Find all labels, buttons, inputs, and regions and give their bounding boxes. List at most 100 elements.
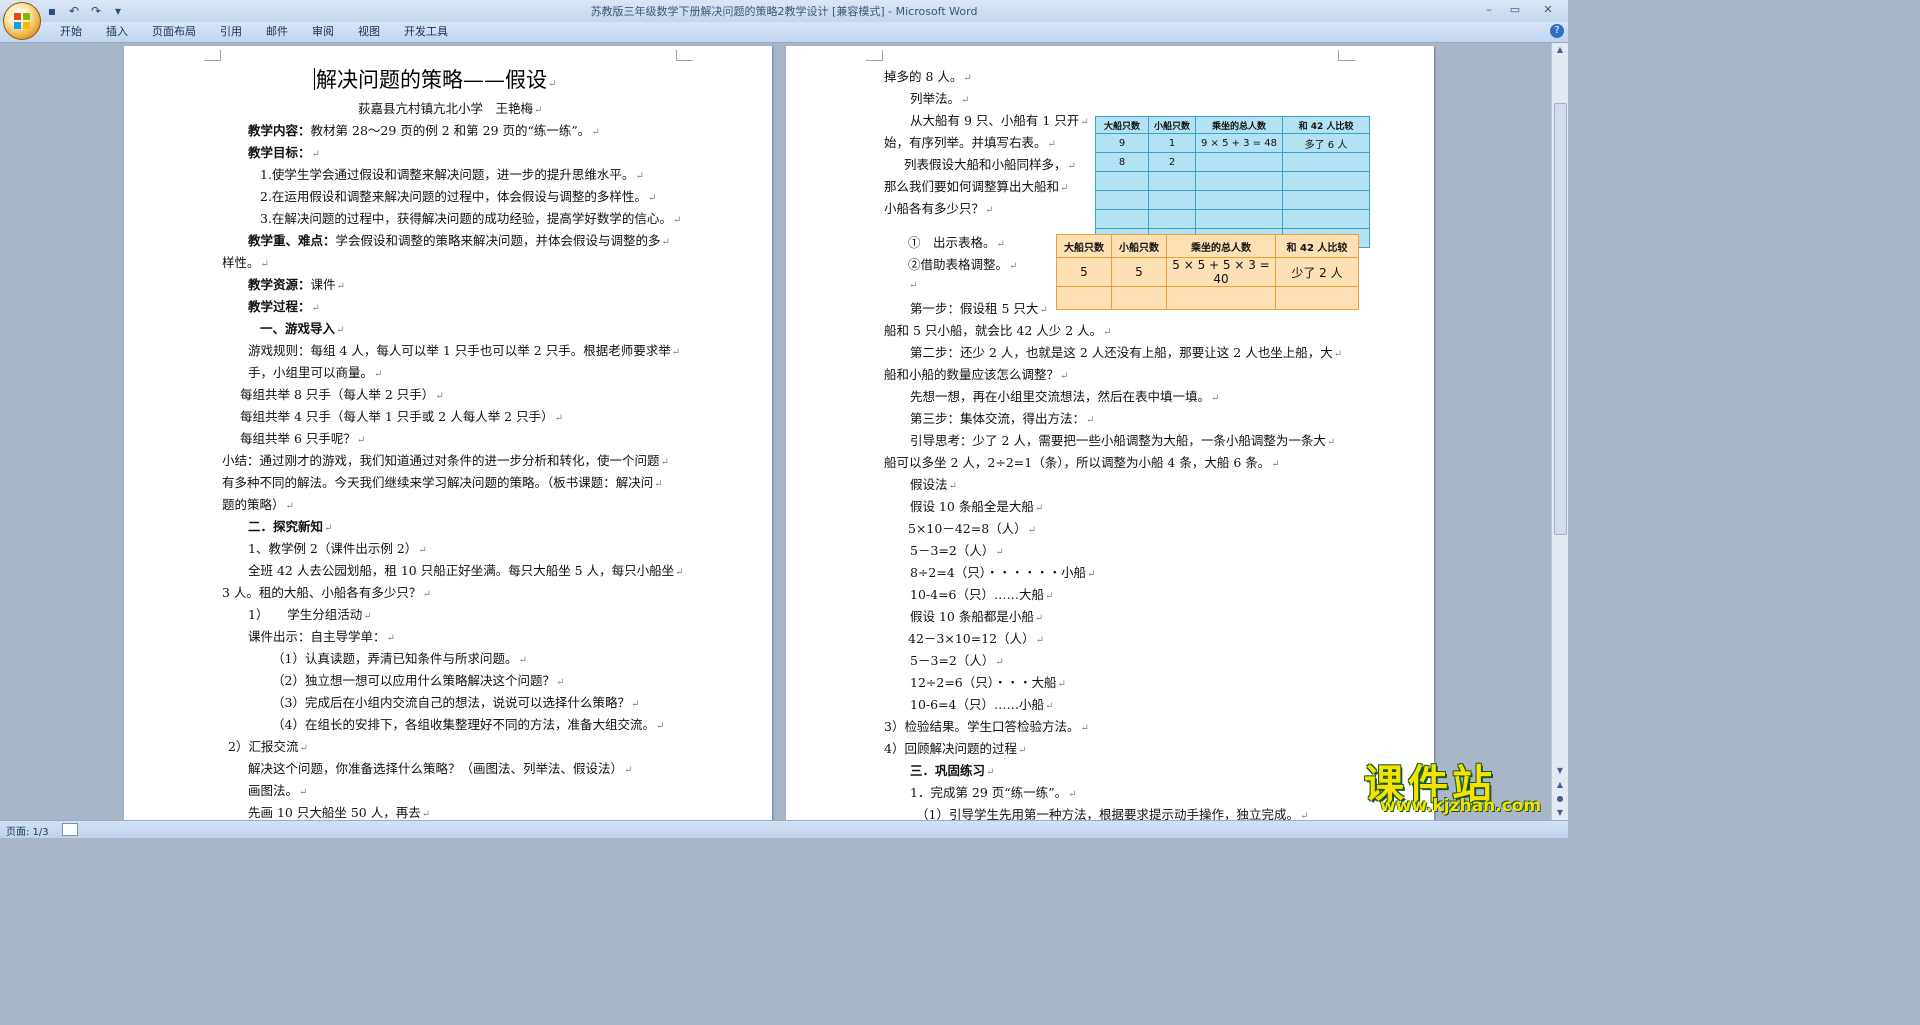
office-logo-icon	[14, 13, 30, 29]
text-line: 第二步：还少 2 人，也就是这 2 人还没有上船，那要让这 2 人也坐上船，大↵	[910, 342, 1342, 361]
text-line: 手，小组里可以商量。↵	[248, 362, 382, 381]
text-line: 5－3=2（人）↵	[910, 650, 1004, 669]
text-line: （4）在组长的安排下，各组收集整理好不同的方法，准备大组交流。↵	[272, 714, 664, 733]
text-line: 8÷2=4（只）・・・・・・小船↵	[910, 562, 1095, 581]
table-cell: 8	[1095, 152, 1149, 172]
paragraph-mark-icon: ↵	[1086, 415, 1095, 426]
paragraph-mark-icon: ↵	[675, 567, 684, 578]
page-indicator[interactable]: 页面: 1/3	[6, 823, 49, 838]
text-run: 有多种不同的解法。今天我们继续来学习解决问题的策略。（板书课题：解决问	[222, 475, 654, 490]
text-line: 课件出示：自主导学单：↵	[248, 626, 395, 645]
paragraph-mark-icon: ↵	[1035, 635, 1045, 646]
text-line: 先想一想，再在小组里交流想法，然后在表中填一填。↵	[910, 386, 1219, 405]
text-run: 每组共举 4 只手（每人举 1 只手或 2 人每人举 2 只手）	[240, 409, 554, 424]
text-run: 8÷2=4（只）・・・・・・小船	[910, 565, 1087, 580]
scroll-down-icon[interactable]: ▼	[1552, 764, 1568, 778]
text-line: 掉多的 8 人。↵	[884, 66, 972, 85]
paragraph-mark-icon: ↵	[386, 633, 395, 644]
text-run: 教材第 28～29 页的例 2 和第 29 页的“练一练”。	[310, 123, 591, 138]
table-cell	[1282, 152, 1370, 172]
text-line: 解决这个问题，你准备选择什么策略？（画图法、列举法、假设法）↵	[248, 758, 632, 777]
text-run: 引导思考：少了 2 人，需要把一些小船调整为大船，一条小船调整为一条大	[910, 433, 1326, 448]
text-line: 假设法↵	[910, 474, 957, 493]
paragraph-mark-icon: ↵	[260, 259, 269, 270]
document-page-2[interactable]: 大船只数 小船只数 乘坐的总人数和 42 人比较 9 1 9 × 5 + 3 = 48 多了…	[786, 46, 1434, 822]
text-run: （2）独立想一想可以应用什么策略解决这个问题？	[272, 673, 555, 688]
tab-review[interactable]: 审阅	[300, 25, 346, 41]
text-run: 课件	[310, 277, 336, 292]
table-cell	[1166, 286, 1276, 310]
table-cell: 大船只数	[1056, 234, 1112, 258]
office-button[interactable]	[3, 2, 41, 40]
paragraph-mark-icon: ↵	[655, 721, 665, 732]
text-run: 那么我们要如何调整算出大船和	[884, 179, 1060, 194]
close-icon[interactable]: ✕	[1528, 0, 1568, 18]
window-title: 苏教版三年级数学下册解决问题的策略2教学设计 [兼容模式] - Microsof…	[590, 5, 978, 18]
text-run: 5×10－42=8（人）	[908, 521, 1027, 536]
text-line: 二．探究新知↵	[248, 516, 332, 535]
paragraph-mark-icon: ↵	[1034, 503, 1044, 514]
vertical-scrollbar[interactable]: ▲ ▼ ▲ ● ▼	[1551, 43, 1568, 820]
paragraph-mark-icon: ↵	[336, 325, 345, 336]
text-line: 教学资源：课件↵	[248, 274, 345, 293]
table-row	[1095, 171, 1370, 191]
tab-references[interactable]: 引用	[208, 25, 254, 41]
prev-page-icon[interactable]: ▲	[1552, 778, 1568, 792]
adjust-table: 大船只数 小船只数 乘坐的总人数和 42 人比较 5 5 5 × 5 + 5 × 3 = …	[1056, 234, 1359, 310]
paragraph-mark-icon: ↵	[1027, 525, 1037, 536]
text-run: 样性。	[222, 255, 260, 270]
paragraph-mark-icon: ↵	[1080, 723, 1089, 734]
document-page-1[interactable]: 解决问题的策略——假设↵ 荻嘉县亢村镇亢北小学 王艳梅↵ 教学内容：教材第 28…	[124, 46, 772, 820]
text-run: 小船各有多少只？	[884, 201, 985, 216]
text-run: 船和小船的数量应该怎么调整？	[884, 367, 1060, 382]
text-line: 引导思考：少了 2 人，需要把一些小船调整为大船，一条小船调整为一条大↵	[910, 430, 1335, 449]
paragraph-mark-icon: ↵	[1271, 459, 1280, 470]
text-line: 列举法。↵	[910, 88, 969, 107]
paragraph-mark-icon: ↵	[909, 280, 918, 291]
text-run: （3）完成后在小组内交流自己的想法，说说可以选择什么策略？	[272, 695, 630, 710]
tab-mailings[interactable]: 邮件	[254, 25, 300, 41]
text-run: 画图法。	[248, 783, 299, 798]
text-line: 1） 学生分组活动↵	[248, 604, 372, 623]
table-cell: 和 42 人比较	[1275, 234, 1359, 258]
tab-developer[interactable]: 开发工具	[392, 25, 460, 41]
next-page-icon[interactable]: ▼	[1552, 806, 1568, 820]
text-run: 手，小组里可以商量。	[248, 365, 374, 380]
help-icon[interactable]: ?	[1550, 24, 1564, 38]
paragraph-mark-icon: ↵	[311, 149, 320, 160]
bold-run: 一、游戏导入	[260, 321, 336, 336]
table-cell: 2	[1148, 152, 1196, 172]
text-run: 3）检验结果。学生口答检验方法。	[884, 719, 1080, 734]
browse-object-icon[interactable]: ●	[1552, 792, 1568, 806]
document-title: 解决问题的策略——假设↵	[314, 68, 557, 92]
text-line: 3）检验结果。学生口答检验方法。↵	[884, 716, 1089, 735]
text-run: 第一步：假设租 5 只大	[910, 301, 1039, 316]
scroll-up-icon[interactable]: ▲	[1552, 43, 1568, 57]
text-run: 12÷2=6（只）・・・大船	[910, 675, 1057, 690]
text-line: 样性。↵	[222, 252, 269, 271]
text-run: 42－3×10=12（人）	[908, 631, 1035, 646]
scroll-thumb[interactable]	[1554, 103, 1567, 535]
title-bar: ▪ ↶ ↷ ▾ 苏教版三年级数学下册解决问题的策略2教学设计 [兼容模式] - …	[0, 0, 1568, 23]
table-cell: 5 × 5 + 5 × 3 = 40	[1166, 257, 1276, 287]
crop-mark	[676, 50, 693, 61]
tab-insert[interactable]: 插入	[94, 25, 140, 41]
tab-view[interactable]: 视图	[346, 25, 392, 41]
maximize-icon[interactable]: ▭	[1502, 0, 1528, 18]
paragraph-mark-icon: ↵	[1211, 393, 1220, 404]
proofing-icon[interactable]	[62, 823, 78, 836]
paragraph-mark-icon: ↵	[591, 127, 600, 138]
table-cell	[1095, 209, 1149, 229]
bold-run: 教学过程：	[248, 299, 311, 314]
paragraph-mark-icon: ↵	[1034, 613, 1044, 624]
tab-home[interactable]: 开始	[48, 25, 94, 41]
paragraph-mark-icon: ↵	[1080, 117, 1089, 128]
text-line: 小船各有多少只？↵	[884, 198, 993, 217]
table-cell	[1282, 171, 1370, 191]
minimize-icon[interactable]: –	[1476, 0, 1502, 18]
text-line: 画图法。↵	[248, 780, 307, 799]
tab-page-layout[interactable]: 页面布局	[140, 25, 208, 41]
text-run: 船可以多坐 2 人，2÷2=1（条），所以调整为小船 4 条，大船 6 条。	[884, 455, 1271, 470]
table-cell: 乘坐的总人数	[1166, 234, 1276, 258]
text-line: 每组共举 4 只手（每人举 1 只手或 2 人每人举 2 只手）↵	[240, 406, 563, 425]
